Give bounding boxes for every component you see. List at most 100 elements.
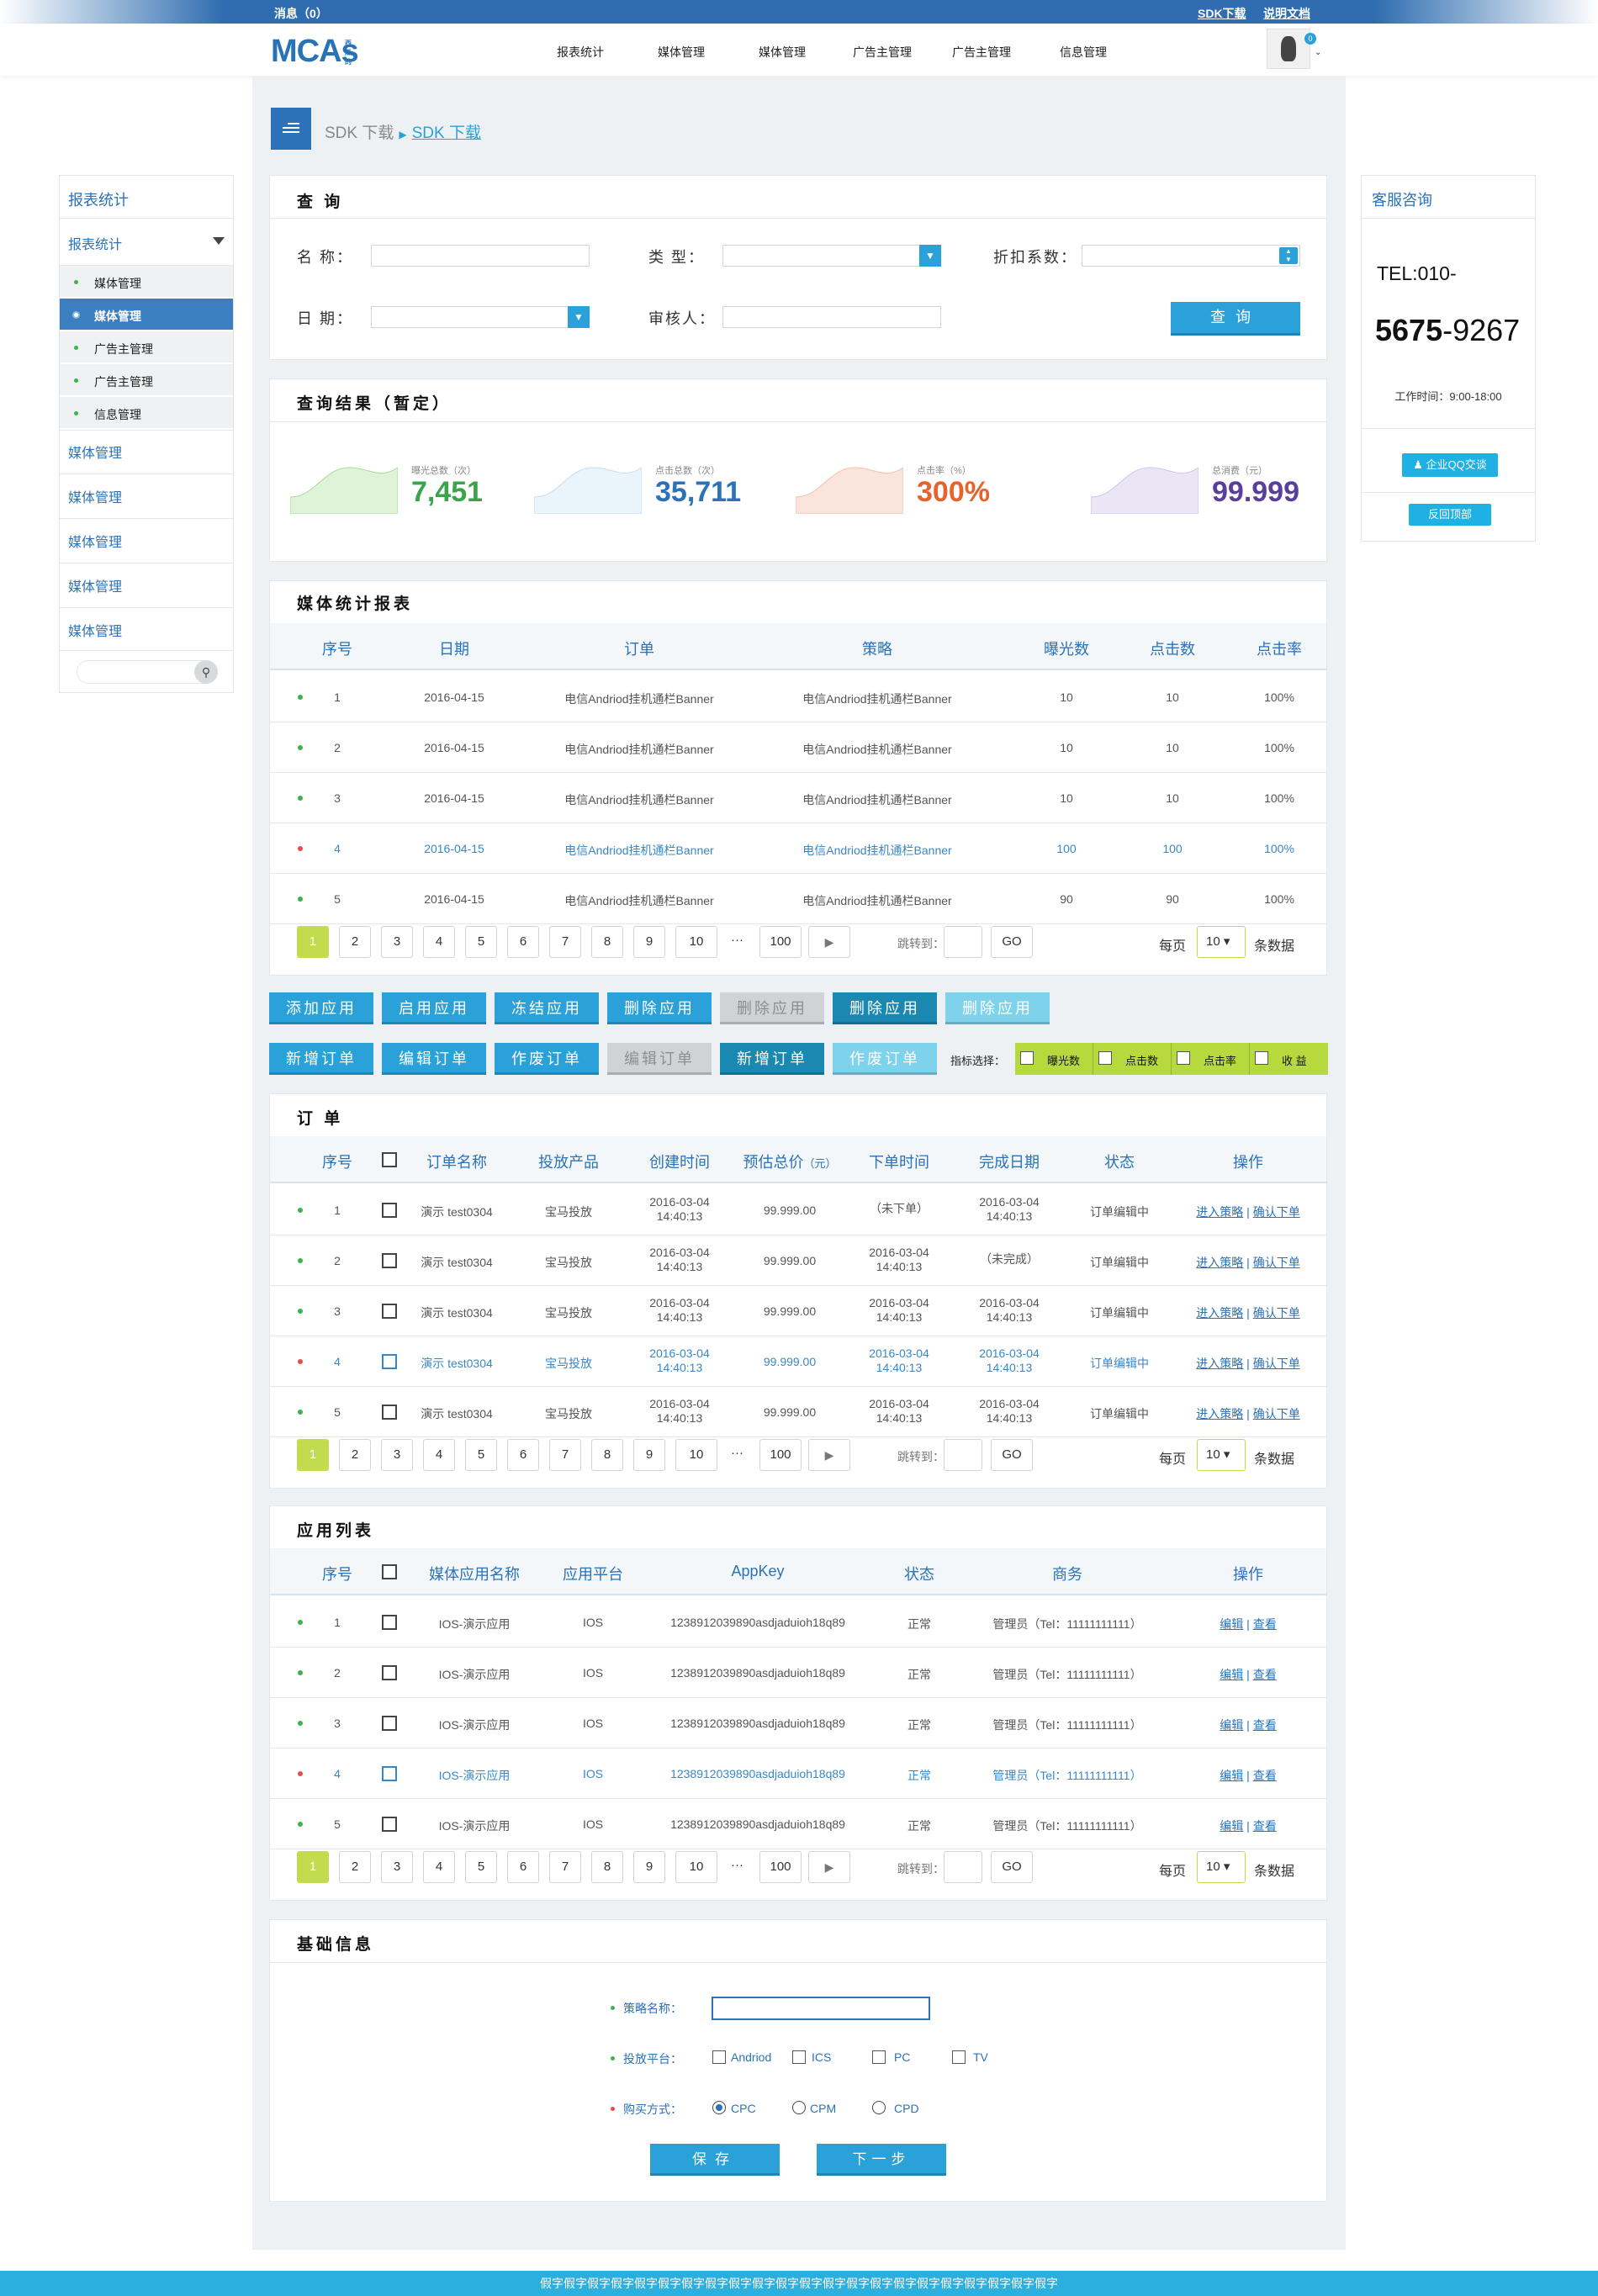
view-link[interactable]: 查看 bbox=[1253, 1769, 1277, 1782]
row-checkbox[interactable] bbox=[382, 1203, 397, 1218]
sidebar-item-media[interactable]: 媒体管理 bbox=[68, 531, 122, 551]
per-page-select[interactable]: 10 ▾ bbox=[1197, 1439, 1246, 1471]
table-row[interactable]: 2 演示 test0304 宝马投放 99.999.00 订单编辑中 2016-03-04… bbox=[270, 1235, 1326, 1286]
enter-strategy-link[interactable]: 进入策略 bbox=[1196, 1306, 1243, 1320]
next-page-icon[interactable]: ▶ bbox=[808, 926, 850, 958]
metric-option-clicks[interactable]: 点击数 bbox=[1093, 1043, 1172, 1075]
select-all-checkbox[interactable] bbox=[382, 1152, 397, 1167]
row-checkbox[interactable] bbox=[382, 1405, 397, 1420]
go-button[interactable]: GO bbox=[991, 1851, 1033, 1883]
spinner-icon[interactable]: ▲ ▼ bbox=[1279, 247, 1298, 264]
page-button[interactable]: 9 bbox=[633, 926, 665, 958]
delete-app-button-disabled[interactable]: 删除应用 bbox=[720, 992, 824, 1024]
row-checkbox[interactable] bbox=[382, 1817, 397, 1832]
checkbox[interactable] bbox=[1098, 1051, 1112, 1065]
page-button[interactable]: 4 bbox=[423, 1439, 455, 1471]
metric-option-exposure[interactable]: 曝光数 bbox=[1015, 1043, 1093, 1075]
sidebar-item-media[interactable]: 媒体管理 bbox=[68, 486, 122, 506]
row-checkbox[interactable] bbox=[382, 1716, 397, 1731]
page-button[interactable]: 2 bbox=[339, 1439, 371, 1471]
page-button[interactable]: 3 bbox=[381, 926, 413, 958]
table-row[interactable]: 4 演示 test0304 宝马投放 99.999.00 订单编辑中 2016-03-04… bbox=[270, 1336, 1326, 1387]
page-button[interactable]: 1 bbox=[297, 1851, 329, 1883]
back-to-top-button[interactable]: 反回顶部 bbox=[1409, 504, 1491, 526]
page-button[interactable]: 8 bbox=[591, 1439, 623, 1471]
caret-down-icon[interactable] bbox=[213, 237, 225, 245]
table-row[interactable]: 1 2016-04-15 电信Andriod挂机通栏Banner 电信Andriod挂… bbox=[270, 672, 1326, 722]
radio-cpd[interactable] bbox=[872, 2101, 886, 2114]
view-link[interactable]: 查看 bbox=[1253, 1718, 1277, 1732]
page-button[interactable]: 6 bbox=[507, 1851, 539, 1883]
qq-chat-button[interactable]: ♟ 企业QQ交谈 bbox=[1402, 453, 1498, 477]
table-row[interactable]: 5 2016-04-15 电信Andriod挂机通栏Banner 电信Andriod挂… bbox=[270, 874, 1326, 924]
confirm-order-link[interactable]: 确认下单 bbox=[1253, 1306, 1300, 1320]
sdk-download-link[interactable]: SDK下载 bbox=[1198, 5, 1246, 22]
page-button[interactable]: 9 bbox=[633, 1851, 665, 1883]
query-button[interactable]: 查询 bbox=[1171, 302, 1300, 336]
page-button[interactable]: 8 bbox=[591, 1851, 623, 1883]
page-button[interactable]: 10 bbox=[675, 1851, 717, 1883]
page-button[interactable]: 5 bbox=[465, 1851, 497, 1883]
page-button[interactable]: 2 bbox=[339, 1851, 371, 1883]
view-link[interactable]: 查看 bbox=[1253, 1668, 1277, 1681]
page-button-last[interactable]: 100 bbox=[759, 926, 802, 958]
row-checkbox[interactable] bbox=[382, 1615, 397, 1630]
search-icon[interactable]: ⚲ bbox=[194, 660, 218, 684]
next-page-icon[interactable]: ▶ bbox=[808, 1439, 850, 1471]
go-button[interactable]: GO bbox=[991, 926, 1033, 958]
add-app-button[interactable]: 添加应用 bbox=[269, 992, 373, 1024]
table-row[interactable]: 3 演示 test0304 宝马投放 99.999.00 订单编辑中 2016-03-04… bbox=[270, 1286, 1326, 1336]
nav-item-media-2[interactable]: 媒体管理 bbox=[759, 44, 806, 61]
sidebar-item-media[interactable]: 媒体管理 bbox=[68, 620, 122, 640]
checkbox[interactable] bbox=[1020, 1051, 1034, 1065]
sidebar-item-media[interactable]: 媒体管理 bbox=[68, 575, 122, 595]
page-button[interactable]: 10 bbox=[675, 1439, 717, 1471]
nav-item-advertiser-2[interactable]: 广告主管理 bbox=[952, 44, 1011, 61]
edit-link[interactable]: 编辑 bbox=[1220, 1617, 1243, 1631]
void-order-button[interactable]: 作废订单 bbox=[495, 1043, 599, 1075]
table-row[interactable]: 1 IOS-演示应用 IOS 1238912039890asdjaduioh18q89… bbox=[270, 1597, 1326, 1648]
view-link[interactable]: 查看 bbox=[1253, 1617, 1277, 1631]
checkbox[interactable] bbox=[1177, 1051, 1190, 1065]
confirm-order-link[interactable]: 确认下单 bbox=[1253, 1205, 1300, 1219]
table-row[interactable]: 3 IOS-演示应用 IOS 1238912039890asdjaduioh18q89… bbox=[270, 1698, 1326, 1748]
jump-input[interactable] bbox=[944, 926, 982, 958]
edit-order-button-disabled[interactable]: 编辑订单 bbox=[607, 1043, 712, 1075]
row-checkbox[interactable] bbox=[382, 1354, 397, 1369]
page-button[interactable]: 6 bbox=[507, 926, 539, 958]
platform-checkbox-andriod[interactable] bbox=[712, 2050, 726, 2064]
nav-item-info[interactable]: 信息管理 bbox=[1060, 44, 1107, 61]
page-button[interactable]: 1 bbox=[297, 926, 329, 958]
row-checkbox[interactable] bbox=[382, 1253, 397, 1268]
chevron-down-icon[interactable]: ▼ bbox=[919, 245, 941, 267]
reviewer-input[interactable] bbox=[722, 306, 941, 328]
nav-item-advertiser[interactable]: 广告主管理 bbox=[853, 44, 912, 61]
new-order-button[interactable]: 新增订单 bbox=[269, 1043, 373, 1075]
table-row[interactable]: 2 IOS-演示应用 IOS 1238912039890asdjaduioh18q89… bbox=[270, 1648, 1326, 1698]
enter-strategy-link[interactable]: 进入策略 bbox=[1196, 1357, 1243, 1370]
menu-toggle-icon[interactable] bbox=[271, 108, 311, 150]
jump-input[interactable] bbox=[944, 1439, 982, 1471]
page-button[interactable]: 7 bbox=[549, 1851, 581, 1883]
metric-option-revenue[interactable]: 收 益 bbox=[1250, 1043, 1328, 1075]
edit-link[interactable]: 编辑 bbox=[1220, 1718, 1243, 1732]
edit-link[interactable]: 编辑 bbox=[1220, 1819, 1243, 1833]
table-row[interactable]: 5 演示 test0304 宝马投放 99.999.00 订单编辑中 2016-03-04… bbox=[270, 1387, 1326, 1437]
sidebar-search-input[interactable]: ⚲ bbox=[77, 660, 218, 684]
new-order-button-active[interactable]: 新增订单 bbox=[720, 1043, 824, 1075]
enter-strategy-link[interactable]: 进入策略 bbox=[1196, 1256, 1243, 1269]
row-checkbox[interactable] bbox=[382, 1766, 397, 1781]
page-button[interactable]: 4 bbox=[423, 926, 455, 958]
page-button[interactable]: 9 bbox=[633, 1439, 665, 1471]
docs-link[interactable]: 说明文档 bbox=[1263, 5, 1310, 22]
breadcrumb-parent[interactable]: SDK 下载 bbox=[325, 124, 394, 142]
table-row[interactable]: 4 IOS-演示应用 IOS 1238912039890asdjaduioh18q89… bbox=[270, 1748, 1326, 1799]
breadcrumb-current[interactable]: SDK 下载 bbox=[412, 124, 481, 142]
page-button[interactable]: 10 bbox=[675, 926, 717, 958]
date-select[interactable]: ▼ bbox=[371, 306, 590, 328]
delete-app-button-active[interactable]: 删除应用 bbox=[833, 992, 937, 1024]
page-button[interactable]: 1 bbox=[297, 1439, 329, 1471]
per-page-select[interactable]: 10 ▾ bbox=[1197, 926, 1246, 958]
row-checkbox[interactable] bbox=[382, 1304, 397, 1319]
save-button[interactable]: 保存 bbox=[650, 2144, 780, 2176]
